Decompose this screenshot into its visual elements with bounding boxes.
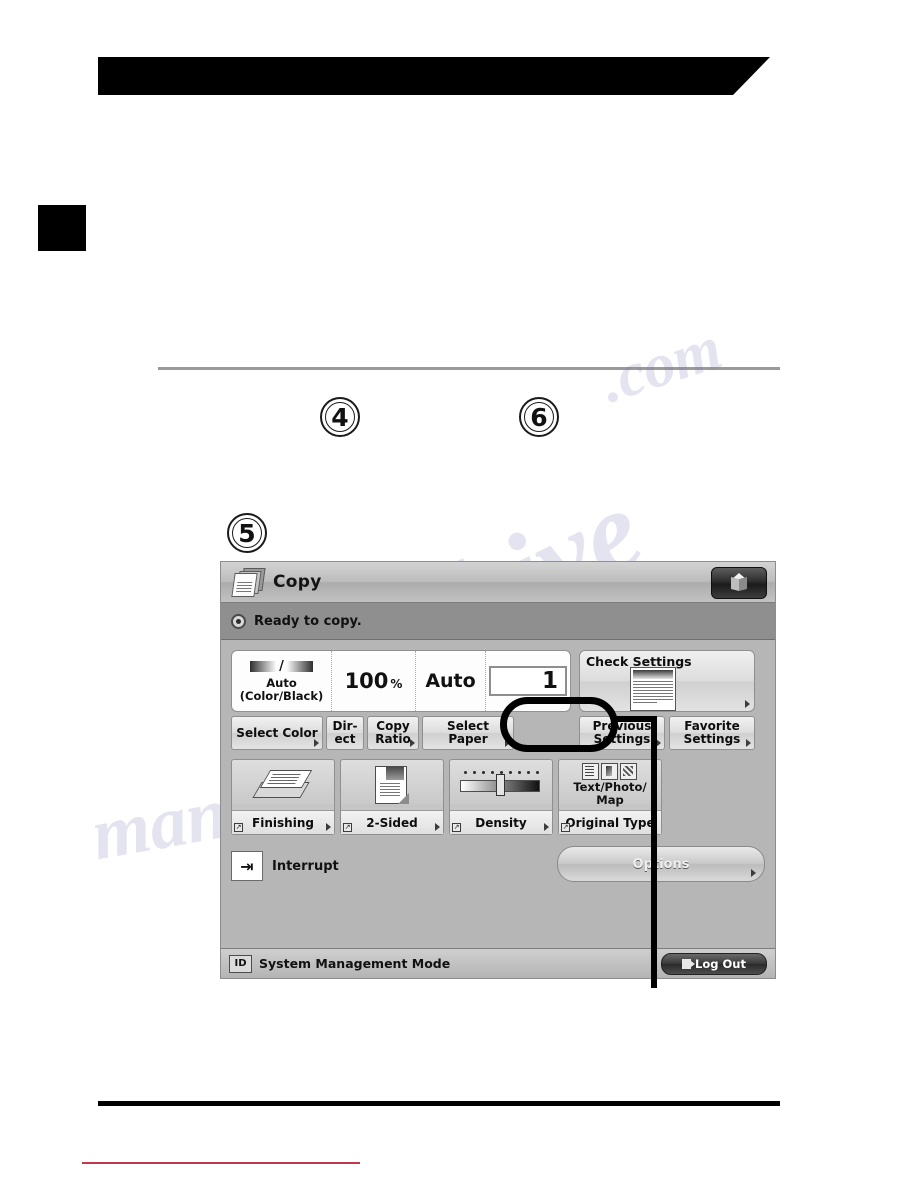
- copy-ratio-value: 100: [344, 669, 389, 693]
- chapter-banner: [98, 57, 770, 95]
- step-number-6: 6: [519, 397, 559, 437]
- options-label: Options: [632, 856, 690, 872]
- quantity-callout-highlight: [500, 697, 618, 752]
- document-preview-icon: [630, 667, 676, 711]
- panel-body: / Auto (Color/Black) 100 % Auto 1 Select…: [221, 640, 775, 888]
- copy-ratio-unit: %: [390, 677, 403, 691]
- step-number-6-label: 6: [530, 402, 548, 432]
- system-management-mode-label: System Management Mode: [259, 956, 451, 971]
- two-sided-icon: [341, 760, 443, 810]
- favorite-settings-label: Favorite Settings: [683, 719, 741, 746]
- color-mode-value-line2: (Color/Black): [239, 689, 324, 703]
- panel-title: Copy: [273, 572, 322, 592]
- options-button[interactable]: Options: [557, 846, 765, 882]
- panel-footer: ID System Management Mode Log Out: [221, 948, 775, 978]
- cube-button[interactable]: [711, 567, 767, 599]
- chevron-right-icon: [751, 869, 756, 877]
- color-mode-display: / Auto (Color/Black): [232, 651, 332, 711]
- two-sided-button[interactable]: 2-Sided ↗: [340, 759, 444, 835]
- original-type-icon: Text/Photo/ Map: [559, 760, 661, 810]
- step-number-4-label: 4: [331, 402, 349, 432]
- original-type-value: Text/Photo/ Map: [573, 780, 647, 807]
- copy-ratio-button[interactable]: Copy Ratio: [367, 716, 419, 750]
- interrupt-options-row: ⇥ Interrupt Options: [231, 844, 765, 888]
- chevron-right-icon: [314, 739, 319, 747]
- original-type-label: Original Type: [559, 810, 661, 834]
- status-message: Ready to copy.: [254, 613, 362, 629]
- two-sided-label: 2-Sided: [341, 810, 443, 834]
- footer-rule: [98, 1101, 780, 1106]
- logout-button[interactable]: Log Out: [661, 952, 767, 975]
- paper-value: Auto: [425, 670, 476, 692]
- direct-ratio-button[interactable]: Dir- ect: [326, 716, 364, 750]
- quantity-value[interactable]: 1: [489, 666, 567, 696]
- density-slider-icon: [450, 760, 552, 810]
- color-slash: /: [279, 659, 284, 675]
- copy-ratio-label: Copy Ratio: [375, 719, 411, 746]
- finishing-icon: [232, 760, 334, 810]
- bottom-red-rule: [82, 1162, 360, 1164]
- select-color-label: Select Color: [236, 725, 318, 740]
- select-paper-label: Select Paper: [447, 719, 489, 746]
- section-divider-rule: [158, 367, 780, 370]
- direct-label: Dir- ect: [332, 719, 358, 746]
- color-mode-bars-icon: /: [250, 659, 313, 674]
- paper-display: Auto: [416, 651, 486, 711]
- logout-label: Log Out: [695, 956, 746, 971]
- id-badge: ID: [229, 954, 252, 973]
- logout-door-icon: [682, 958, 696, 969]
- chapter-tab-marker: [38, 205, 86, 251]
- feature-buttons-row: Finishing ↗ 2-Sided ↗ Density ↗ Text/Pho…: [231, 759, 765, 835]
- density-button[interactable]: Density ↗: [449, 759, 553, 835]
- expand-corner-icon: ↗: [234, 823, 243, 832]
- finishing-button[interactable]: Finishing ↗: [231, 759, 335, 835]
- chevron-right-icon: [410, 739, 415, 747]
- interrupt-icon[interactable]: ⇥: [231, 851, 263, 881]
- step-number-4: 4: [320, 397, 360, 437]
- finishing-label: Finishing: [232, 810, 334, 834]
- panel-titlebar: Copy: [221, 562, 775, 603]
- chevron-right-icon: [435, 823, 440, 831]
- settings-top-row: / Auto (Color/Black) 100 % Auto 1 Select…: [231, 650, 765, 750]
- callout-leader-vertical: [651, 716, 657, 988]
- chevron-right-icon: [544, 823, 549, 831]
- status-indicator-icon: [231, 613, 246, 629]
- copier-touchscreen-panel: Copy Ready to copy. / Auto (Color/Black)…: [220, 561, 776, 979]
- original-type-button[interactable]: Text/Photo/ Map Original Type ↗: [558, 759, 662, 835]
- expand-corner-icon: ↗: [343, 823, 352, 832]
- panel-statusbar: Ready to copy.: [221, 603, 775, 640]
- copy-ratio-display: 100 %: [332, 651, 416, 711]
- expand-corner-icon: ↗: [452, 823, 461, 832]
- step-number-5: 5: [227, 513, 267, 553]
- step-number-5-label: 5: [238, 518, 256, 548]
- watermark-text: .com: [592, 313, 730, 417]
- density-label: Density: [450, 810, 552, 834]
- select-color-button[interactable]: Select Color: [231, 716, 323, 750]
- interrupt-label: Interrupt: [272, 858, 339, 874]
- documents-stack-icon: [231, 568, 266, 597]
- favorite-settings-button[interactable]: Favorite Settings: [669, 716, 755, 750]
- cube-icon: [729, 573, 749, 593]
- chevron-right-icon: [745, 700, 750, 708]
- chevron-right-icon: [746, 739, 751, 747]
- expand-corner-icon: ↗: [561, 823, 570, 832]
- chevron-right-icon: [326, 823, 331, 831]
